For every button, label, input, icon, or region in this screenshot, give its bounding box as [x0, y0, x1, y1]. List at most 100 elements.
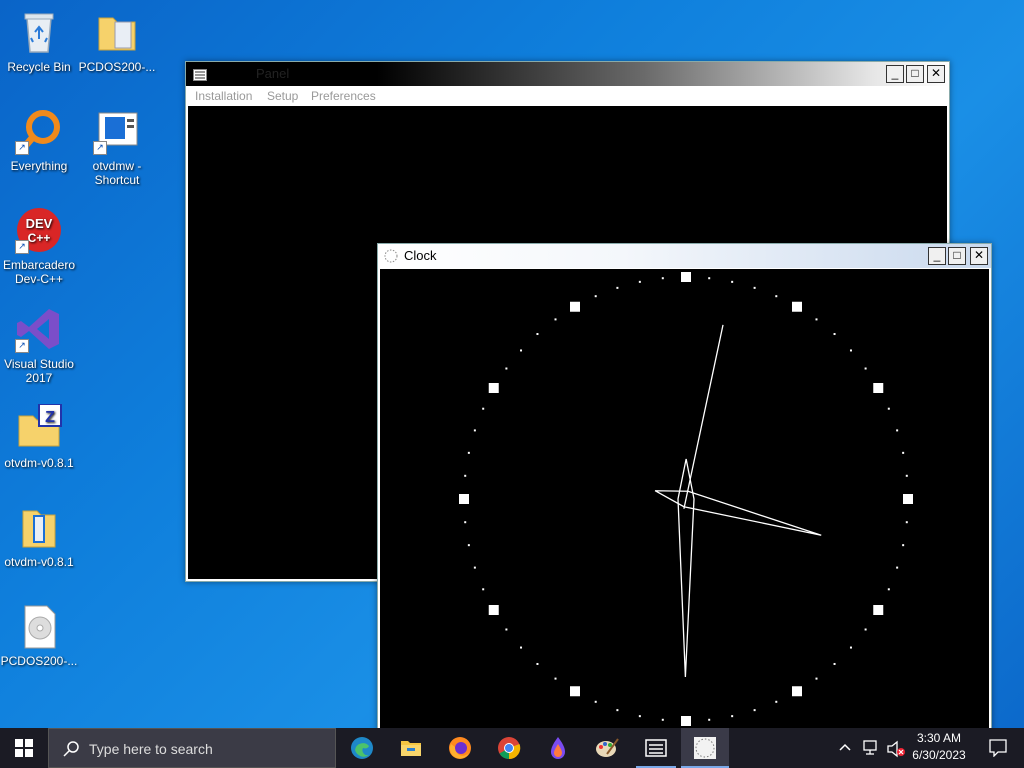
desktop-icon-label: PCDOS200-... — [0, 654, 78, 668]
minute-marker — [902, 544, 905, 547]
panel-maximize-button[interactable]: □ — [906, 65, 924, 83]
desktop-icon-label: Embarcadero Dev-C++ — [2, 258, 76, 286]
minute-marker — [864, 367, 867, 370]
minute-marker — [864, 628, 867, 631]
minute-marker — [833, 333, 836, 336]
taskbar-paint-3d[interactable] — [534, 728, 582, 768]
otvdmw-app-icon: ↗ — [93, 107, 141, 155]
clock-app-icon — [384, 249, 398, 268]
clock-close-button[interactable]: ✕ — [970, 247, 988, 265]
taskbar-chrome[interactable] — [485, 728, 533, 768]
taskbar-firefox[interactable] — [436, 728, 484, 768]
menu-installation[interactable]: Installation — [195, 89, 252, 103]
panel-app-icon — [193, 68, 207, 86]
desktop-icon-everything[interactable]: ↗ Everything — [0, 107, 78, 173]
desktop-icon-otvdm-folder[interactable]: otvdm-v0.8.1 — [0, 503, 78, 569]
taskbar-panel-app[interactable] — [632, 728, 680, 768]
taskbar-file-explorer[interactable] — [387, 728, 435, 768]
minute-marker — [467, 544, 470, 547]
minute-marker — [467, 451, 470, 454]
start-button[interactable] — [0, 728, 48, 768]
clock-window[interactable]: Clock _ □ ✕ — [377, 243, 992, 733]
minute-marker — [887, 588, 890, 591]
svg-text:C++: C++ — [28, 231, 51, 245]
action-center-button[interactable] — [978, 728, 1018, 768]
minute-marker — [775, 700, 778, 703]
minute-marker — [896, 429, 899, 432]
edge-icon — [351, 737, 373, 759]
taskbar-edge[interactable] — [338, 728, 386, 768]
volume-status[interactable] — [886, 740, 906, 758]
desktop-icon-otvdm-zip[interactable]: Z otvdm-v0.8.1 — [0, 403, 78, 470]
everything-search-icon: ↗ — [15, 107, 63, 155]
minute-marker — [482, 407, 485, 410]
network-status[interactable] — [862, 740, 880, 756]
zip-folder-icon: Z — [15, 403, 63, 452]
analog-clock-face — [459, 272, 913, 726]
desktop-icon-otvdmw-shortcut[interactable]: ↗ otvdmw - Shortcut — [78, 107, 156, 187]
minute-marker — [520, 646, 523, 649]
paint-3d-icon — [551, 737, 565, 759]
tray-time: 3:30 AM — [916, 731, 962, 745]
minute-marker — [473, 429, 476, 432]
minute-marker — [708, 718, 711, 721]
minute-marker — [638, 280, 641, 283]
desktop-icon-pcdos-image[interactable]: PCDOS200-... — [0, 602, 78, 668]
taskbar: Type here to search 3:30 AM 6/30/2023 — [0, 728, 1024, 768]
shortcut-arrow-icon: ↗ — [15, 339, 29, 353]
minute-marker — [775, 295, 778, 298]
windows-logo-icon — [15, 739, 33, 757]
hour-hand — [654, 490, 822, 536]
panel-close-button[interactable]: ✕ — [927, 65, 945, 83]
clock-titlebar[interactable]: Clock _ □ ✕ — [378, 244, 991, 268]
panel-minimize-button[interactable]: _ — [886, 65, 904, 83]
minute-marker — [833, 662, 836, 665]
clock-face-area — [380, 269, 989, 731]
taskbar-paint[interactable] — [583, 728, 631, 768]
clock-hands — [654, 324, 822, 678]
clock-maximize-button[interactable]: □ — [948, 247, 966, 265]
minute-marker — [482, 588, 485, 591]
desktop-icon-visual-studio[interactable]: ↗ Visual Studio 2017 — [0, 305, 78, 385]
desktop-icon-label: otvdmw - Shortcut — [92, 159, 142, 187]
second-hand — [683, 324, 724, 509]
menu-preferences[interactable]: Preferences — [311, 89, 376, 103]
hour-marker — [570, 301, 580, 312]
minute-marker — [594, 295, 597, 298]
shortcut-arrow-icon: ↗ — [15, 240, 29, 254]
desktop-icon-dev-cpp[interactable]: DEV C++ ↗ Embarcadero Dev-C++ — [0, 206, 78, 286]
dev-cpp-icon: DEV C++ ↗ — [15, 206, 63, 254]
hour-marker — [570, 686, 580, 697]
menu-setup[interactable]: Setup — [267, 89, 298, 103]
taskbar-clock-app[interactable] — [681, 728, 729, 768]
desktop-icon-recycle-bin[interactable]: Recycle Bin — [0, 8, 78, 74]
minute-marker — [554, 677, 557, 680]
clock-minimize-button[interactable]: _ — [928, 247, 946, 265]
hour-marker — [459, 494, 469, 504]
minute-marker — [849, 349, 852, 352]
panel-titlebar[interactable]: Panel _ □ ✕ — [186, 62, 949, 86]
hour-marker — [681, 272, 691, 282]
hour-marker — [681, 716, 691, 726]
firefox-icon — [449, 737, 471, 759]
minute-marker — [594, 700, 597, 703]
desktop-icon-label: otvdm-v0.8.1 — [4, 555, 74, 569]
minute-marker — [887, 407, 890, 410]
minute-marker — [905, 474, 908, 477]
desktop-icon-label: Everything — [10, 159, 68, 173]
minute-marker — [753, 709, 756, 712]
minute-marker — [473, 566, 476, 569]
desktop-icon-pcdos-folder[interactable]: PCDOS200-... — [78, 8, 156, 74]
show-hidden-icons-button[interactable] — [838, 740, 854, 756]
minute-marker — [536, 662, 539, 665]
disc-image-icon — [15, 602, 63, 650]
folder-icon — [15, 503, 63, 551]
desktop-icon-label: Visual Studio 2017 — [4, 357, 74, 385]
hour-marker — [488, 383, 499, 393]
taskbar-search-box[interactable]: Type here to search — [48, 728, 336, 768]
minute-marker — [464, 521, 467, 524]
minute-marker — [896, 566, 899, 569]
tray-date: 6/30/2023 — [912, 748, 966, 762]
system-clock[interactable]: 3:30 AM 6/30/2023 — [906, 730, 972, 766]
minute-marker — [661, 718, 664, 721]
